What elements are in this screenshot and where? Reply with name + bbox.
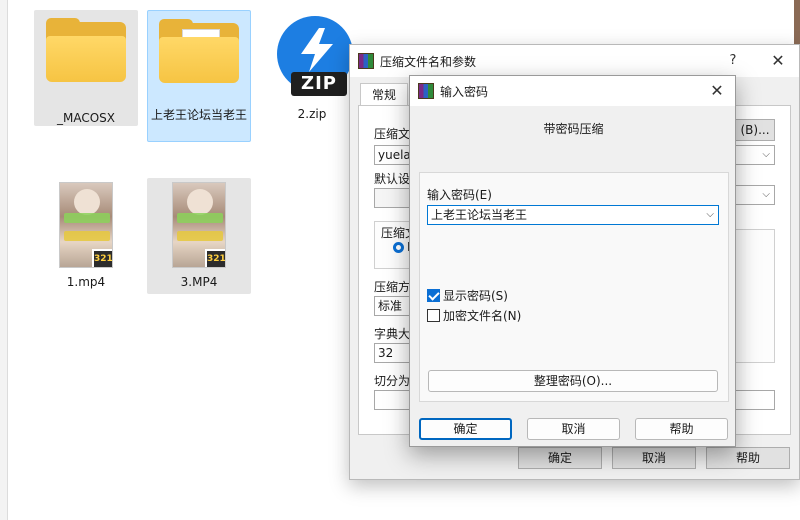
video-label: 1.mp4 [66,275,106,289]
folder-label: _MACOSX [56,111,115,125]
folder-label: 上老王论坛当老王 [151,108,248,122]
folder-item-selected[interactable]: 上老王论坛当老王 [147,10,251,142]
help-button[interactable]: 帮助 [635,418,728,440]
help-button[interactable]: 帮助 [706,447,790,469]
default-profile-label: 默认设 [374,172,411,186]
dialog-title: 压缩文件名和参数 [380,54,477,69]
close-icon[interactable]: ✕ [707,81,727,101]
split-volumes-label: 切分为 [374,374,411,388]
show-password-label: 显示密码(S) [443,289,508,303]
dictionary-size-label: 字典大 [374,327,411,341]
checkbox-checked-icon[interactable] [427,289,440,302]
cancel-button[interactable]: 取消 [612,447,696,469]
ok-button[interactable]: 确定 [518,447,602,469]
chevron-down-icon: ⌵ [762,189,770,200]
folder-icon [43,16,129,86]
winrar-icon [418,83,434,99]
archive-name-dropdown[interactable]: ⌵ [735,145,775,165]
explorer-left-border [0,0,8,520]
video-label: 3.MP4 [180,275,218,289]
winrar-icon [358,53,374,69]
split-volumes-input[interactable] [374,390,414,410]
chevron-down-icon: ⌵ [762,149,770,160]
zip-file-item[interactable]: ZIP 2.zip [262,14,362,126]
dialog-title: 输入密码 [440,84,489,99]
archive-format-group: 压缩文 R [374,221,417,269]
cancel-button[interactable]: 取消 [527,418,620,440]
dialog-titlebar: 输入密码 ✕ [410,76,735,106]
zip-label: 2.zip [297,107,327,121]
tab-general[interactable]: 常规 [360,83,408,105]
video-thumbnail-icon: 321 [59,182,113,268]
archive-options-group [735,229,775,363]
browse-button[interactable]: (B)... [735,119,775,141]
dialog-heading: 带密码压缩 [543,122,604,136]
password-value: 上老王论坛当老王 [431,208,528,222]
encrypt-file-names-label: 加密文件名(N) [443,309,522,323]
archive-name-input[interactable]: yuelan [374,145,414,165]
ok-button[interactable]: 确定 [419,418,512,440]
password-label: 输入密码(E) [427,188,492,202]
video-thumbnail-icon: 321 [172,182,226,268]
compression-method-select[interactable]: 标准 [374,296,414,316]
zip-archive-icon: ZIP [269,14,355,100]
set-password-field[interactable] [735,390,775,410]
password-input[interactable]: 上老王论坛当老王 ⌵ [427,205,719,225]
encrypt-file-names-checkbox[interactable]: 加密文件名(N) [427,307,521,324]
dialog-titlebar: 压缩文件名和参数 ? ✕ [350,45,799,77]
compression-method-label: 压缩方 [374,280,411,294]
folder-with-document-icon [156,17,242,87]
help-title-button[interactable]: ? [725,53,741,69]
profile-field[interactable] [374,188,414,208]
rar-radio[interactable] [393,242,404,253]
checkbox-unchecked-icon[interactable] [427,309,440,322]
chevron-down-icon[interactable]: ⌵ [706,206,714,224]
update-mode-dropdown[interactable]: ⌵ [735,185,775,205]
show-password-checkbox[interactable]: 显示密码(S) [427,287,508,304]
enter-password-dialog: 输入密码 ✕ 带密码压缩 输入密码(E) 上老王论坛当老王 ⌵ 显示密码(S) … [409,75,736,447]
organize-passwords-button[interactable]: 整理密码(O)... [428,370,718,392]
video-file-item[interactable]: 321 3.MP4 [147,178,251,294]
close-icon[interactable]: ✕ [768,51,788,71]
archive-name-label: 压缩文 [374,127,411,141]
dictionary-size-select[interactable]: 32 [374,343,414,363]
video-file-item[interactable]: 321 1.mp4 [34,178,138,294]
folder-item-macosx[interactable]: _MACOSX [34,10,138,126]
